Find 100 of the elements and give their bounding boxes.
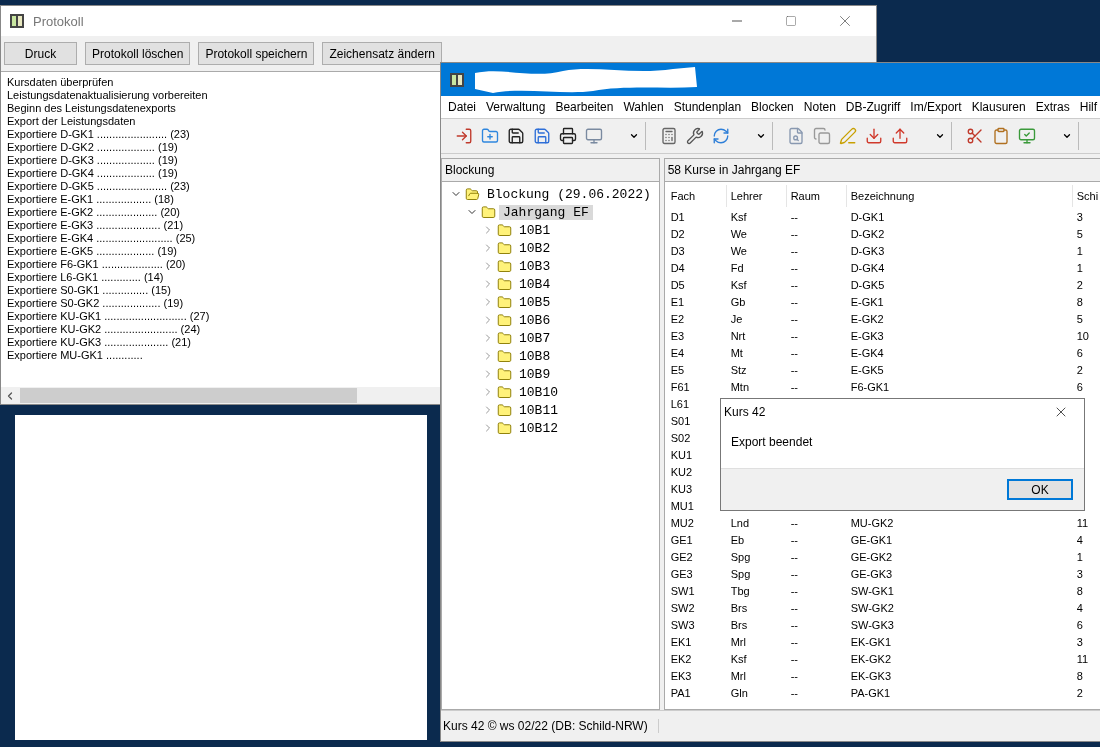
tree-item[interactable]: 10B3: [515, 258, 555, 274]
table-cell-text: Tbg: [730, 584, 751, 597]
table-cell-text: Stz: [730, 363, 748, 376]
table-cell-text: Mrl: [730, 669, 747, 682]
download-icon[interactable]: [865, 127, 883, 145]
table-cell-text: SW-GK2: [850, 601, 895, 614]
tree-item[interactable]: 10B12: [515, 420, 562, 436]
table-cell-text: GE-GK1: [850, 533, 894, 546]
menu-item[interactable]: Blocken: [746, 100, 799, 114]
tree-item[interactable]: 10B2: [515, 240, 555, 256]
save-icon[interactable]: [507, 127, 525, 145]
table-cell-text: 4: [1076, 533, 1084, 546]
toolbar-button[interactable]: Protokoll speichern: [198, 42, 315, 65]
tree-item[interactable]: Blockung (29.06.2022): [483, 186, 655, 202]
tree-item[interactable]: 10B9: [515, 366, 555, 382]
table-cell-text: We: [730, 227, 748, 240]
table-cell-text: Ksf: [730, 652, 748, 665]
table-cell-text: 1: [1076, 550, 1084, 563]
menu-item[interactable]: Extras: [1030, 100, 1075, 114]
monitor-check-icon[interactable]: [1018, 127, 1036, 145]
log-line: Exportiere E-GK5 ................... (19): [7, 245, 177, 258]
table-cell-text: 8: [1076, 584, 1084, 597]
table-cell-text: GE2: [670, 550, 694, 563]
table-cell-text: MU1: [670, 499, 695, 512]
table-cell-text: E-GK1: [850, 295, 885, 308]
printer-icon[interactable]: [559, 127, 577, 145]
calculator-icon[interactable]: [660, 127, 678, 145]
table-cell-text: SW2: [670, 601, 696, 614]
menu-item[interactable]: Noten: [798, 100, 841, 114]
table-cell-text: Je: [730, 312, 744, 325]
table-cell-text: We: [730, 244, 748, 257]
tree-item[interactable]: 10B8: [515, 348, 555, 364]
column-header[interactable]: Fach: [670, 185, 700, 207]
caret-icon[interactable]: [756, 131, 766, 141]
table-cell-text: --: [790, 567, 799, 580]
table-cell-text: GE1: [670, 533, 694, 546]
clipboard-icon[interactable]: [992, 127, 1010, 145]
folder-icon: [497, 312, 512, 328]
table-cell-text: D4: [670, 261, 686, 274]
copy-icon[interactable]: [813, 127, 831, 145]
column-header[interactable]: Raum: [785, 185, 824, 207]
table-cell-text: 5: [1076, 227, 1084, 240]
wrench-icon[interactable]: [686, 127, 704, 145]
column-header[interactable]: Schi: [1071, 185, 1100, 207]
tree-item[interactable]: 10B5: [515, 294, 555, 310]
table-cell-text: Gln: [730, 686, 749, 699]
table-cell-text: SW3: [670, 618, 696, 631]
file-search-icon[interactable]: [787, 127, 805, 145]
tree-item[interactable]: 10B7: [515, 330, 555, 346]
caret-icon[interactable]: [935, 131, 945, 141]
table-cell-text: KU1: [670, 448, 694, 461]
tree-item[interactable]: 10B11: [515, 402, 562, 418]
table-cell-text: D-GK4: [850, 261, 886, 274]
table-cell-text: E4: [670, 346, 686, 359]
upload-icon[interactable]: [891, 127, 909, 145]
column-header[interactable]: Bezeichnung: [845, 185, 919, 207]
caret-icon[interactable]: [1062, 131, 1072, 141]
menu-item[interactable]: DB-Zugriff: [840, 100, 906, 114]
tree-item[interactable]: 10B10: [515, 384, 562, 400]
monitor-icon[interactable]: [585, 127, 603, 145]
log-line: Exportiere S0-GK2 ................... (19): [7, 297, 184, 310]
folder-icon: [497, 366, 512, 382]
tree-item[interactable]: 10B6: [515, 312, 555, 328]
refresh-icon[interactable]: [712, 127, 730, 145]
toolbar-button[interactable]: Druck: [4, 42, 77, 65]
folder-icon: [497, 240, 512, 256]
menu-item[interactable]: Stundenplan: [668, 100, 747, 114]
table-cell-text: --: [790, 244, 799, 257]
table-cell-text: --: [790, 635, 799, 648]
table-cell-text: MU2: [670, 516, 695, 529]
table-cell-text: E2: [670, 312, 686, 325]
table-cell-text: 11: [1076, 652, 1090, 665]
tree-item[interactable]: 10B1: [515, 222, 555, 238]
status-text: Kurs 42 © ws 02/22 (DB: Schild-NRW): [443, 719, 659, 733]
menu-item[interactable]: Wahlen: [618, 100, 669, 114]
menu-item[interactable]: Verwaltung: [481, 100, 551, 114]
toolbar-button[interactable]: Protokoll löschen: [85, 42, 191, 65]
tree-item[interactable]: 10B4: [515, 276, 555, 292]
table-cell-text: PA-GK1: [850, 686, 892, 699]
menu-item[interactable]: Datei: [443, 100, 481, 114]
table-cell-text: --: [790, 516, 799, 529]
menu-item[interactable]: Bearbeiten: [550, 100, 619, 114]
table-cell-text: GE-GK2: [850, 550, 894, 563]
table-cell-text: --: [790, 346, 799, 359]
toolbar-button[interactable]: Zeichensatz ändern: [322, 42, 442, 65]
menu-item[interactable]: Hilf: [1074, 100, 1100, 114]
table-cell-text: 11: [1076, 516, 1090, 529]
log-line: Exportiere D-GK1 ....................... (23): [7, 128, 190, 141]
menu-item[interactable]: Im/Export: [905, 100, 967, 114]
menu-item[interactable]: Klausuren: [966, 100, 1031, 114]
enter-icon[interactable]: [455, 127, 473, 145]
table-cell-text: Nrt: [730, 329, 747, 342]
ok-button[interactable]: OK: [1007, 479, 1073, 500]
folder-plus-icon[interactable]: [481, 127, 499, 145]
pen-icon[interactable]: [839, 127, 857, 145]
tree-item[interactable]: Jahrgang EF: [499, 204, 593, 220]
caret-icon[interactable]: [629, 131, 639, 141]
table-cell-text: S01: [670, 414, 692, 427]
scrollbar-thumb[interactable]: [20, 388, 357, 403]
column-header[interactable]: Lehrer: [725, 185, 767, 207]
